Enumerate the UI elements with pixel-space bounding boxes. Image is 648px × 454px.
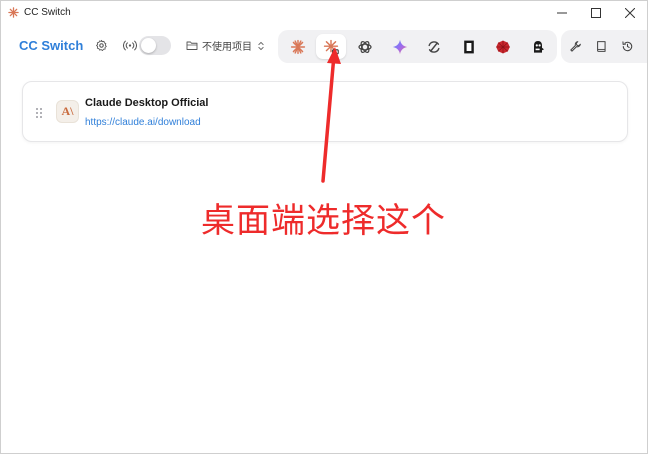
app-tab-refresh[interactable]	[419, 34, 449, 59]
app-tab-gemini[interactable]	[385, 34, 415, 59]
refresh-circle-icon	[428, 40, 440, 53]
minimize-button[interactable]	[545, 1, 579, 24]
maximize-button[interactable]	[579, 1, 613, 24]
annotation-arrow	[321, 47, 341, 183]
close-button[interactable]	[613, 1, 647, 24]
provider-url-link[interactable]: https://claude.ai/download	[85, 117, 201, 128]
annotation-text: 桌面端选择这个	[201, 201, 446, 241]
drag-handle-icon[interactable]	[35, 107, 43, 119]
minimize-icon	[557, 12, 567, 13]
maximize-icon	[591, 7, 601, 18]
opencode-icon	[464, 40, 474, 53]
window-controls	[545, 1, 647, 24]
history-button[interactable]	[615, 34, 639, 59]
history-icon	[621, 41, 632, 52]
app-tab-mascot[interactable]	[523, 34, 553, 59]
project-selector[interactable]: 不使用项目	[186, 38, 265, 53]
title-bar: CC Switch	[1, 1, 647, 24]
tools-group	[561, 30, 647, 63]
app-logo-icon	[8, 7, 19, 18]
brand-title[interactable]: CC Switch	[19, 38, 83, 53]
app-window: CC Switch CC Switch 不使用项目 A\ Claude Desk…	[0, 0, 648, 454]
proxy-signal-icon	[123, 40, 137, 51]
book-icon	[596, 41, 606, 52]
mascot-icon	[534, 40, 544, 53]
close-icon	[625, 7, 635, 18]
toggle-knob	[141, 38, 156, 53]
gemini-icon	[392, 39, 408, 54]
project-label: 不使用项目	[202, 42, 252, 53]
chevron-up-down-icon	[258, 41, 264, 50]
docs-button[interactable]	[589, 34, 613, 59]
provider-name: Claude Desktop Official	[85, 97, 209, 109]
folder-icon	[186, 41, 198, 50]
app-tab-red-gem[interactable]	[488, 34, 518, 59]
wrench-icon	[569, 41, 581, 52]
red-gem-icon	[496, 40, 510, 53]
app-tab-opencode[interactable]	[454, 34, 484, 59]
proxy-toggle[interactable]	[139, 36, 171, 55]
tools-button[interactable]	[563, 34, 587, 59]
window-title: CC Switch	[24, 7, 71, 18]
anthropic-logo-icon: A\	[56, 100, 79, 123]
settings-gear-icon[interactable]	[95, 39, 108, 52]
